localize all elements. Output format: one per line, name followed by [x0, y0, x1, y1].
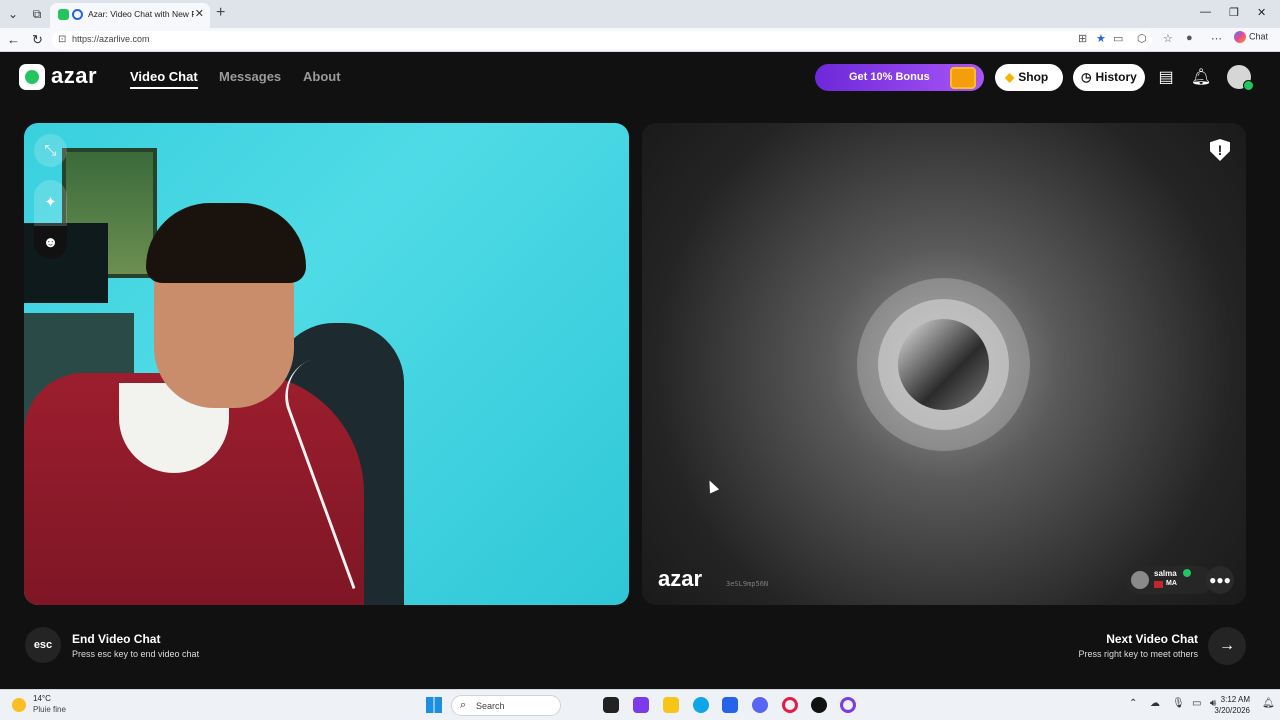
nav-messages[interactable]: Messages [219, 69, 281, 84]
azar-favicon-icon [58, 9, 69, 20]
azar-app: azar Video Chat Messages About Get 10% B… [0, 52, 1280, 689]
shop-button[interactable]: ◆ Shop [995, 64, 1063, 91]
treasure-chest-icon [950, 67, 976, 89]
profile-icon[interactable]: ● [1186, 32, 1193, 44]
clock-icon: ◷ [1081, 70, 1092, 84]
partner-name: salma [1154, 569, 1177, 578]
bonus-label: Get 10% Bonus [849, 71, 930, 83]
nav-about[interactable]: About [303, 69, 341, 84]
partner-badge[interactable]: salma MA [1125, 566, 1213, 594]
next-video-chat-title: Next Video Chat [1106, 632, 1198, 646]
inbox-icon[interactable]: ▤ [1155, 67, 1177, 89]
partner-avatar [1131, 571, 1149, 589]
weather-condition: Pluie fine [33, 705, 66, 714]
favorites-icon[interactable]: ☆ [1163, 32, 1173, 45]
report-shield-icon[interactable]: ! [1210, 139, 1230, 161]
browser-tab-azar[interactable]: Azar: Video Chat with New Pe ✕ [50, 3, 210, 28]
history-label: History [1095, 70, 1137, 84]
shrink-video-icon[interactable]: ⤡ [34, 134, 67, 167]
media-app-icon[interactable] [840, 697, 856, 713]
app-available-icon[interactable]: ⊞ [1078, 32, 1087, 45]
onedrive-icon[interactable]: ☁ [1150, 698, 1160, 709]
end-chat-esc-button[interactable]: esc [25, 627, 61, 663]
history-button[interactable]: ◷ History [1073, 64, 1145, 91]
partner-country-code: MA [1166, 580, 1177, 587]
restore-window-icon[interactable]: ❐ [1229, 6, 1239, 19]
extensions-icon[interactable]: ⬡ [1137, 32, 1147, 45]
partner-profile-photo [898, 319, 989, 410]
microphone-icon[interactable]: 🎙︎ [1172, 698, 1185, 709]
url-text: https://azarlive.com [72, 34, 150, 44]
end-video-chat-hint: Press esc key to end video chat [72, 649, 200, 659]
nav-video-chat[interactable]: Video Chat [130, 69, 198, 89]
azar-logo-text: azar [51, 63, 98, 88]
address-bar[interactable]: ⊡ https://azarlive.com [52, 31, 1152, 49]
discord-icon[interactable] [752, 697, 768, 713]
session-id: 3eSL9mp56N [726, 580, 769, 588]
clock-time: 3:12 AM [1220, 695, 1250, 704]
search-icon: ⌕ [460, 699, 467, 711]
minimize-window-icon[interactable]: — [1200, 6, 1211, 18]
recording-indicator-icon [72, 9, 83, 20]
browser-tab-strip: ⌄ ⧉ Azar: Video Chat with New Pe ✕ + — ❐… [0, 0, 1280, 28]
site-info-icon[interactable]: ⊡ [58, 34, 66, 45]
file-explorer-icon[interactable] [663, 697, 679, 713]
task-view-icon[interactable] [603, 697, 619, 713]
diamond-icon: ◆ [1005, 70, 1015, 84]
local-video-panel: ⤡ ✦ ☻ [24, 123, 629, 605]
face-sticker-icon[interactable]: ☻ [34, 226, 67, 259]
next-chat-arrow-button[interactable]: → [1208, 627, 1246, 665]
azar-logo-icon [19, 64, 45, 90]
remote-video-panel: ! azar 3eSL9mp56N salma MA ●●● [642, 123, 1246, 605]
close-window-icon[interactable]: ✕ [1257, 6, 1266, 19]
tab-title: Azar: Video Chat with New Pe [88, 9, 194, 19]
copilot-chat-button[interactable]: Chat [1234, 31, 1268, 43]
browser-toolbar: ← ↻ ⊡ https://azarlive.com ⊞ ★ ▭ ⬡ ☆ ● ⋯… [0, 28, 1280, 52]
microsoft-store-icon[interactable] [722, 697, 738, 713]
copilot-label: Chat [1249, 31, 1269, 42]
copilot-icon [1234, 31, 1246, 43]
taskbar-search-label: Search [476, 701, 505, 711]
system-clock[interactable]: 3:12 AM 3/20/2026 [1214, 694, 1250, 716]
bell-icon[interactable]: 🔔︎ [1190, 67, 1212, 89]
notification-bell-icon[interactable]: 🔔︎ [1262, 698, 1275, 709]
taskbar-search[interactable]: ⌕ Search [451, 695, 561, 716]
morocco-flag-icon [1154, 581, 1163, 588]
new-tab-plus-icon[interactable]: + [216, 4, 225, 22]
refresh-icon[interactable]: ↻ [32, 32, 43, 48]
effects-wand-icon[interactable]: ✦ [34, 180, 67, 226]
back-arrow-icon[interactable]: ← [7, 32, 20, 47]
chat-bubble-icon[interactable]: ●●● [1206, 566, 1234, 594]
workspaces-icon[interactable]: ⧉ [28, 5, 46, 23]
obs-icon[interactable] [811, 697, 827, 713]
clock-date: 3/20/2026 [1214, 706, 1250, 715]
windows-start-icon[interactable] [426, 697, 442, 713]
more-menu-icon[interactable]: ⋯ [1211, 32, 1222, 45]
shop-label: Shop [1018, 70, 1049, 84]
user-hair [146, 203, 306, 283]
azar-watermark: azar [658, 566, 703, 591]
network-icon[interactable]: ▭ [1192, 698, 1201, 709]
favorite-star-icon[interactable]: ★ [1096, 32, 1106, 45]
weather-temperature: 14°C [33, 694, 51, 703]
tray-overflow-chevron-icon[interactable]: ⌃ [1129, 698, 1137, 709]
weather-sun-icon [12, 698, 26, 712]
verified-icon [1183, 569, 1191, 577]
copilot-taskbar-icon[interactable] [633, 697, 649, 713]
close-tab-icon[interactable]: ✕ [195, 7, 204, 20]
opera-icon[interactable] [782, 697, 798, 713]
edge-browser-icon[interactable] [693, 697, 709, 713]
camera-in-use-icon[interactable]: ▭ [1113, 32, 1123, 45]
next-video-chat-hint: Press right key to meet others [1078, 649, 1198, 659]
tab-actions-chevron-icon[interactable]: ⌄ [4, 5, 22, 23]
user-avatar[interactable] [1227, 65, 1254, 91]
get-bonus-button[interactable]: Get 10% Bonus [815, 64, 984, 91]
end-video-chat-title: End Video Chat [72, 632, 161, 646]
windows-taskbar: 14°C Pluie fine ⌕ Search ⌃ ☁ 🎙︎ ▭ 🔊︎ 3:1… [0, 689, 1280, 720]
